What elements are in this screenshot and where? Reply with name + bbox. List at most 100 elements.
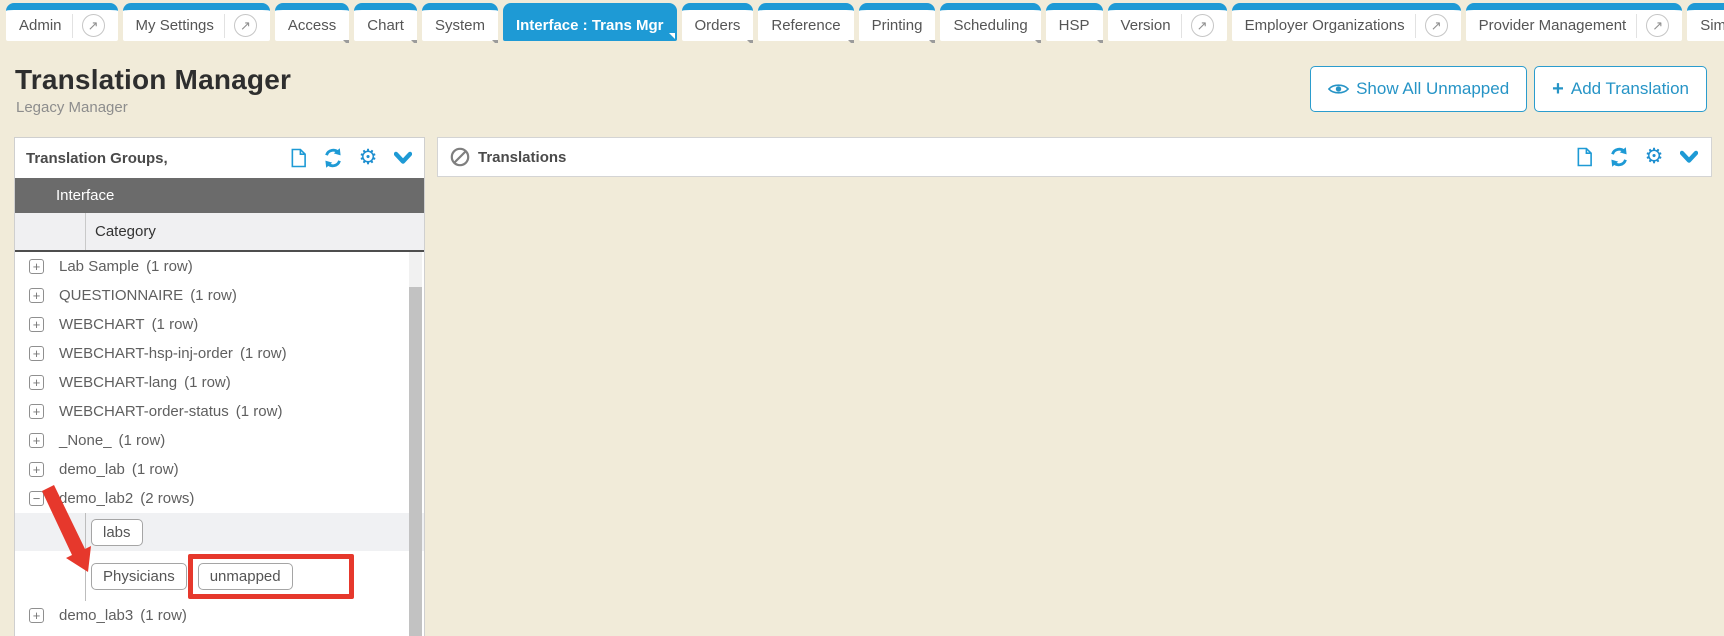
category-chip[interactable]: labs: [91, 519, 143, 546]
row-count: (1 row): [146, 258, 193, 275]
tab-label: Scheduling: [953, 17, 1027, 34]
dropdown-fold-icon: [747, 40, 753, 43]
tab-admin[interactable]: Admin ↗: [6, 3, 118, 41]
tab-hsp[interactable]: HSP: [1046, 3, 1103, 41]
row-count: (1 row): [132, 461, 179, 478]
header-actions: Show All Unmapped + Add Translation: [1310, 66, 1707, 112]
tab-divider: [1415, 14, 1416, 38]
tab-access[interactable]: Access: [275, 3, 349, 41]
dropdown-fold-icon: [848, 40, 854, 43]
tab-divider: [224, 14, 225, 38]
tab-label: Provider Management: [1479, 17, 1627, 34]
expand-icon[interactable]: +: [29, 375, 44, 390]
chevron-down-icon[interactable]: [393, 148, 413, 168]
row-count: (1 row): [236, 403, 283, 420]
category-subheader-row: Category: [15, 213, 424, 252]
settings-gear-icon[interactable]: ⚙: [358, 148, 378, 168]
dropdown-fold-icon: [343, 40, 349, 43]
expand-icon[interactable]: +: [29, 346, 44, 361]
category-row-physicians[interactable]: Physicians unmapped: [15, 551, 424, 601]
external-link-icon[interactable]: ↗: [1646, 14, 1669, 37]
tab-divider: [72, 14, 73, 38]
translation-groups-list: + Lab Sample (1 row) + QUESTIONNAIRE (1 …: [15, 252, 424, 630]
group-row-webchart[interactable]: + WEBCHART (1 row): [15, 310, 424, 339]
group-row-lab-sample[interactable]: + Lab Sample (1 row): [15, 252, 424, 281]
add-translation-button[interactable]: + Add Translation: [1534, 66, 1707, 112]
button-label: Add Translation: [1571, 79, 1689, 99]
external-link-icon[interactable]: ↗: [1191, 14, 1214, 37]
expand-icon[interactable]: +: [29, 288, 44, 303]
group-row-webchart-order-status[interactable]: + WEBCHART-order-status (1 row): [15, 397, 424, 426]
group-row-demo-lab[interactable]: + demo_lab (1 row): [15, 455, 424, 484]
refresh-icon[interactable]: [1609, 147, 1629, 167]
vertical-scrollbar[interactable]: [409, 252, 422, 636]
dropdown-fold-icon: [1097, 40, 1103, 43]
tab-label: Reference: [771, 17, 840, 34]
group-row-none[interactable]: + _None_ (1 row): [15, 426, 424, 455]
group-row-webchart-hsp-inj-order[interactable]: + WEBCHART-hsp-inj-order (1 row): [15, 339, 424, 368]
category-row-labs[interactable]: labs: [15, 513, 424, 551]
translation-manager-page: Admin ↗ My Settings ↗ Access Chart Syste…: [0, 0, 1724, 636]
scrollbar-thumb[interactable]: [409, 287, 422, 636]
tab-scheduling[interactable]: Scheduling: [940, 3, 1040, 41]
row-count: (1 row): [119, 432, 166, 449]
tab-label: My Settings: [136, 17, 214, 34]
expand-icon[interactable]: +: [29, 608, 44, 623]
tab-printing[interactable]: Printing: [859, 3, 936, 41]
translation-groups-header: Translation Groups, ⚙: [15, 138, 424, 178]
tab-similar-exposure-groups[interactable]: Similar Exposure Groups (SEGs): [1687, 3, 1724, 41]
expand-icon[interactable]: +: [29, 259, 44, 274]
tab-label: Employer Organizations: [1245, 17, 1405, 34]
category-column-header: Category: [95, 223, 156, 240]
tab-employer-organizations[interactable]: Employer Organizations ↗: [1232, 3, 1461, 41]
new-document-icon[interactable]: [1574, 147, 1594, 167]
panel-title: Translation Groups,: [26, 150, 168, 167]
row-count: (1 row): [152, 316, 199, 333]
row-count: (1 row): [240, 345, 287, 362]
panel-title: Translations: [478, 149, 566, 166]
tab-label: Orders: [695, 17, 741, 34]
page-subtitle: Legacy Manager: [16, 99, 128, 116]
tab-my-settings[interactable]: My Settings ↗: [123, 3, 270, 41]
top-nav: Admin ↗ My Settings ↗ Access Chart Syste…: [6, 3, 1724, 43]
row-count: (1 row): [184, 374, 231, 391]
external-link-icon[interactable]: ↗: [82, 14, 105, 37]
tab-label: Interface : Trans Mgr: [516, 17, 664, 34]
tab-version[interactable]: Version ↗: [1108, 3, 1227, 41]
category-chip[interactable]: Physicians: [91, 563, 187, 590]
group-row-demo-lab2[interactable]: − demo_lab2 (2 rows): [15, 484, 424, 513]
external-link-icon[interactable]: ↗: [1425, 14, 1448, 37]
show-all-unmapped-button[interactable]: Show All Unmapped: [1310, 66, 1527, 112]
external-link-icon[interactable]: ↗: [234, 14, 257, 37]
tab-provider-management[interactable]: Provider Management ↗: [1466, 3, 1683, 41]
tab-label: Printing: [872, 17, 923, 34]
collapse-icon[interactable]: −: [29, 491, 44, 506]
new-document-icon[interactable]: [288, 148, 308, 168]
tab-chart[interactable]: Chart: [354, 3, 417, 41]
no-entry-icon: [450, 147, 470, 167]
expand-icon[interactable]: +: [29, 462, 44, 477]
tab-label: Version: [1121, 17, 1171, 34]
group-row-demo-lab3[interactable]: + demo_lab3 (1 row): [15, 601, 424, 630]
row-count: (1 row): [140, 607, 187, 624]
settings-gear-icon[interactable]: ⚙: [1644, 147, 1664, 167]
interface-column-header: Interface: [15, 178, 424, 213]
row-count: (1 row): [190, 287, 237, 304]
unmapped-value-chip[interactable]: unmapped: [198, 563, 293, 590]
group-row-questionnaire[interactable]: + QUESTIONNAIRE (1 row): [15, 281, 424, 310]
tab-interface-trans-mgr[interactable]: Interface : Trans Mgr: [503, 3, 677, 41]
chevron-down-icon[interactable]: [1679, 147, 1699, 167]
expand-icon[interactable]: +: [29, 404, 44, 419]
dropdown-fold-icon: [411, 40, 417, 43]
tab-orders[interactable]: Orders: [682, 3, 754, 41]
annotation-highlight-box: unmapped: [188, 554, 354, 599]
group-row-webchart-lang[interactable]: + WEBCHART-lang (1 row): [15, 368, 424, 397]
tab-label: Chart: [367, 17, 404, 34]
tab-system[interactable]: System: [422, 3, 498, 41]
expand-icon[interactable]: +: [29, 317, 44, 332]
tab-label: Similar Exposure Groups (SEGs): [1700, 17, 1724, 34]
expand-icon[interactable]: +: [29, 433, 44, 448]
dropdown-fold-icon: [1035, 40, 1041, 43]
refresh-icon[interactable]: [323, 148, 343, 168]
tab-reference[interactable]: Reference: [758, 3, 853, 41]
